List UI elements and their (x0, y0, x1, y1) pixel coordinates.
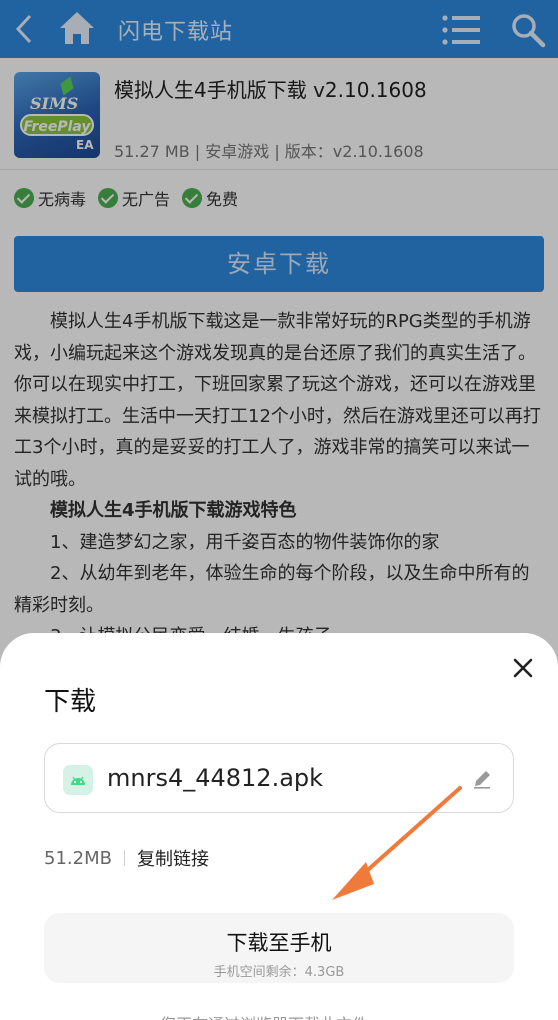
sheet-title: 下载 (44, 687, 97, 717)
file-name-field[interactable]: mnrs4_44812.apk (44, 743, 514, 813)
edit-pencil-icon[interactable] (471, 768, 493, 790)
android-icon (63, 765, 93, 795)
file-name: mnrs4_44812.apk (107, 764, 324, 792)
file-info-row: 51.2MB 复制链接 (44, 845, 209, 871)
storage-left-label: 手机空间剩余：4.3GB (213, 965, 345, 980)
download-to-phone-label: 下载至手机 (226, 931, 332, 955)
divider (123, 850, 125, 866)
download-to-phone-button[interactable]: 下载至手机 手机空间剩余：4.3GB (44, 913, 514, 983)
file-size: 51.2MB (44, 847, 112, 869)
close-icon[interactable] (510, 655, 536, 681)
copy-link-button[interactable]: 复制链接 (137, 845, 209, 871)
download-bottom-sheet: 下载 mnrs4_44812.apk 51.2MB 复制链接 下载至手机 手机空… (0, 633, 558, 1020)
bottom-hint: 您正在通过浏览器下载此文件 (160, 1011, 368, 1020)
